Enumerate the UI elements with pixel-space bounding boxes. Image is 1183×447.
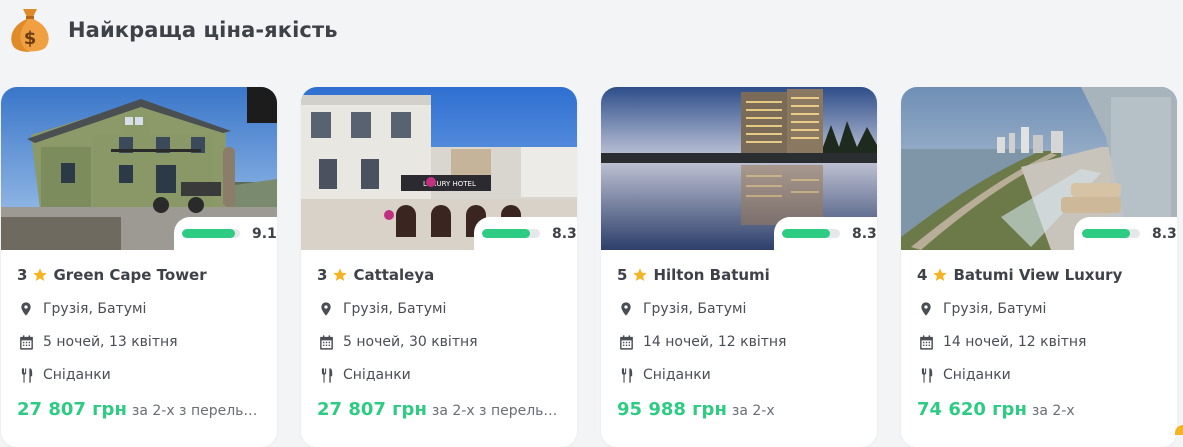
location-text: Грузія, Батумі xyxy=(343,301,447,317)
rating-badge: 8.3 xyxy=(1074,217,1177,250)
hotel-title[interactable]: 3 Green Cape Tower xyxy=(17,264,261,286)
location-text: Грузія, Батумі xyxy=(643,301,747,317)
rating-score: 8.3 xyxy=(552,225,577,242)
hotel-stars: 5 xyxy=(617,266,628,284)
hotel-stars: 4 xyxy=(917,266,928,284)
hotel-photo[interactable]: 8.3 xyxy=(901,87,1177,250)
hotel-name: Green Cape Tower xyxy=(53,266,207,284)
rating-bar xyxy=(182,229,240,238)
rating-bar-fill xyxy=(482,229,531,238)
calendar-icon xyxy=(17,333,35,351)
hotel-photo[interactable]: 9.1 xyxy=(1,87,277,250)
rating-score: 8.3 xyxy=(852,225,877,242)
price-note: за 2-х xyxy=(1031,403,1075,419)
location-row: Грузія, Батумі xyxy=(617,299,861,319)
location-row: Грузія, Батумі xyxy=(317,299,561,319)
rating-badge: 9.1 xyxy=(174,217,277,250)
calendar-icon xyxy=(917,333,935,351)
dates-row: 14 ночей, 12 квітня xyxy=(617,332,861,352)
dates-row: 14 ночей, 12 квітня xyxy=(917,332,1161,352)
price-row: 27 807 грн за 2-х з перельотом xyxy=(317,399,561,420)
location-pin-icon xyxy=(617,300,635,318)
dates-row: 5 ночей, 13 квітня xyxy=(17,332,261,352)
location-pin-icon xyxy=(17,300,35,318)
meals-text: Сніданки xyxy=(943,367,1011,383)
price-amount: 27 807 грн xyxy=(17,399,127,420)
hotel-card[interactable]: LUXURY HOTEL 8.3 3 Cattaleya Грузія, Бат… xyxy=(301,87,577,447)
star-icon xyxy=(332,267,348,283)
star-icon xyxy=(32,267,48,283)
dates-text: 5 ночей, 30 квітня xyxy=(343,334,478,350)
rating-bar xyxy=(782,229,840,238)
hotel-photo[interactable]: LUXURY HOTEL 8.3 xyxy=(301,87,577,250)
price-note: за 2-х xyxy=(731,403,775,419)
meals-text: Сніданки xyxy=(43,367,111,383)
hotel-name: Cattaleya xyxy=(353,266,435,284)
price-amount: 27 807 грн xyxy=(317,399,427,420)
hotel-card[interactable]: 8.3 4 Batumi View Luxury Грузія, Батумі … xyxy=(901,87,1177,447)
location-pin-icon xyxy=(317,300,335,318)
hotel-card[interactable]: 8.3 5 Hilton Batumi Грузія, Батумі 14 но… xyxy=(601,87,877,447)
fork-knife-icon xyxy=(317,366,335,384)
price-row: 27 807 грн за 2-х з перельотом xyxy=(17,399,261,420)
hotel-stars: 3 xyxy=(317,266,328,284)
fork-knife-icon xyxy=(917,366,935,384)
section-title: Найкраща ціна-якість xyxy=(68,18,338,42)
meals-row: Сніданки xyxy=(317,365,561,385)
dates-text: 5 ночей, 13 квітня xyxy=(43,334,178,350)
price-row: 74 620 грн за 2-х xyxy=(917,399,1161,420)
location-text: Грузія, Батумі xyxy=(43,301,147,317)
meals-row: Сніданки xyxy=(917,365,1161,385)
calendar-icon xyxy=(317,333,335,351)
money-bag-icon: $ xyxy=(8,5,52,55)
price-note: за 2-х з перельотом xyxy=(131,403,261,419)
dates-text: 14 ночей, 12 квітня xyxy=(643,334,787,350)
price-amount: 95 988 грн xyxy=(617,399,727,420)
meals-text: Сніданки xyxy=(343,367,411,383)
rating-bar xyxy=(482,229,540,238)
rating-bar xyxy=(1082,229,1140,238)
location-pin-icon xyxy=(917,300,935,318)
price-amount: 74 620 грн xyxy=(917,399,1027,420)
hotel-name: Batumi View Luxury xyxy=(953,266,1123,284)
star-icon xyxy=(932,267,948,283)
rating-bar-fill xyxy=(1082,229,1131,238)
hotel-title[interactable]: 3 Cattaleya xyxy=(317,264,561,286)
rating-score: 8.3 xyxy=(1152,225,1177,242)
meals-row: Сніданки xyxy=(617,365,861,385)
rating-bar-fill xyxy=(782,229,831,238)
dates-text: 14 ночей, 12 квітня xyxy=(943,334,1087,350)
rating-score: 9.1 xyxy=(252,225,277,242)
rating-bar-fill xyxy=(182,229,235,238)
location-row: Грузія, Батумі xyxy=(17,299,261,319)
hotel-card-list: 9.1 3 Green Cape Tower Грузія, Батумі 5 … xyxy=(1,87,1177,447)
fork-knife-icon xyxy=(617,366,635,384)
fork-knife-icon xyxy=(17,366,35,384)
price-row: 95 988 грн за 2-х xyxy=(617,399,861,420)
svg-text:$: $ xyxy=(24,28,37,49)
meals-row: Сніданки xyxy=(17,365,261,385)
hotel-stars: 3 xyxy=(17,266,28,284)
hotel-title[interactable]: 5 Hilton Batumi xyxy=(617,264,861,286)
hotel-title[interactable]: 4 Batumi View Luxury xyxy=(917,264,1161,286)
location-text: Грузія, Батумі xyxy=(943,301,1047,317)
star-icon xyxy=(632,267,648,283)
hotel-photo[interactable]: 8.3 xyxy=(601,87,877,250)
rating-badge: 8.3 xyxy=(474,217,577,250)
dates-row: 5 ночей, 30 квітня xyxy=(317,332,561,352)
hotel-name: Hilton Batumi xyxy=(653,266,770,284)
meals-text: Сніданки xyxy=(643,367,711,383)
calendar-icon xyxy=(617,333,635,351)
price-note: за 2-х з перельотом xyxy=(431,403,561,419)
hotel-card[interactable]: 9.1 3 Green Cape Tower Грузія, Батумі 5 … xyxy=(1,87,277,447)
location-row: Грузія, Батумі xyxy=(917,299,1161,319)
section-header: $ Найкраща ціна-якість xyxy=(8,5,338,55)
rating-badge: 8.3 xyxy=(774,217,877,250)
